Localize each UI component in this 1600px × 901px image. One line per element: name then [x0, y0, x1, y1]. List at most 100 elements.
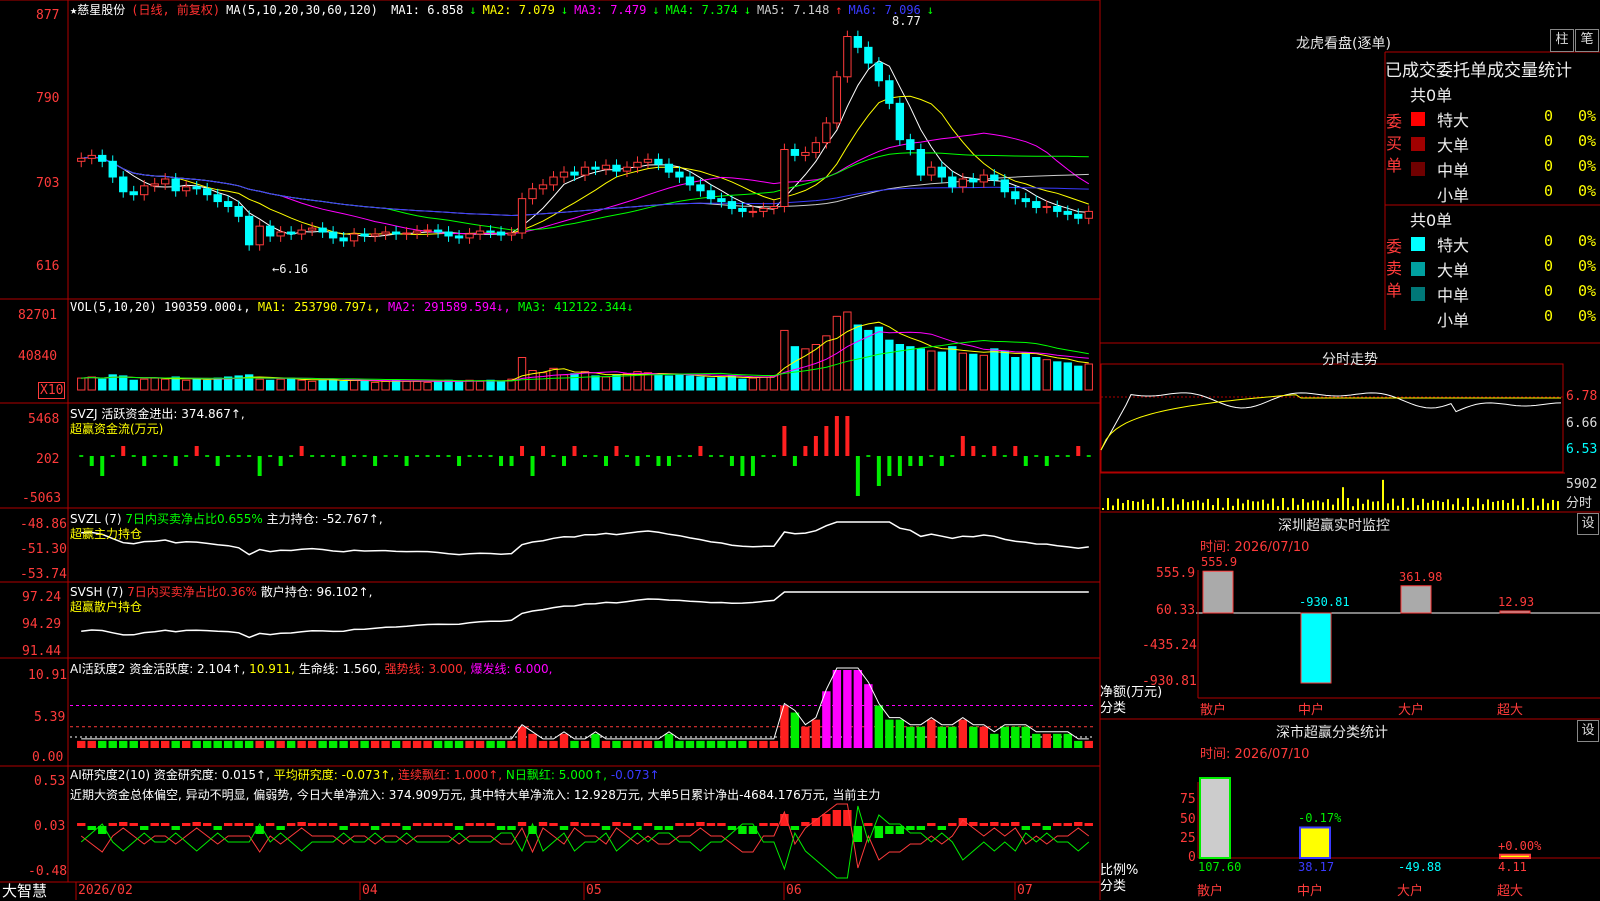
activity-bar [255, 740, 264, 748]
fenshi-vol-bar [1142, 499, 1144, 510]
tick-mode-button[interactable]: 笔 [1575, 29, 1599, 52]
sz-stat-settings-button[interactable]: 设 [1577, 720, 1599, 742]
candle [1021, 192, 1030, 208]
candle-body [759, 207, 768, 212]
monitor-category: 散户 [1200, 703, 1227, 718]
activity-bar [528, 733, 537, 748]
fenshi-vol-bar [1102, 508, 1104, 510]
monitor-category: 大户 [1398, 703, 1425, 718]
svsh-title-c: 散户持仓: 96.102↑, [260, 585, 373, 599]
volume-bar [549, 367, 558, 391]
svzj-bar [142, 456, 147, 466]
ai-act-header: AI活跃度2 资金活跃度: 2.104↑, 10.911, 生命线: 1.560… [70, 660, 553, 677]
candle [98, 149, 107, 168]
volume-bar [654, 374, 663, 391]
fenshi-vol-bar [1392, 498, 1394, 510]
activity-bar [161, 740, 170, 748]
row-color-swatch [1411, 262, 1425, 276]
activity-bar [885, 719, 894, 748]
research-bar [465, 823, 474, 826]
activity-bar [129, 740, 138, 748]
ma-arrow-6: ↓ [926, 3, 935, 17]
research-bar [297, 822, 306, 826]
activity-bar [1000, 726, 1009, 748]
svzl-sub: 超赢主力持仓 [70, 527, 143, 541]
research-bar [927, 823, 936, 826]
svzj-bar [813, 436, 818, 456]
svzj-bar [184, 455, 189, 457]
activity-bar [706, 740, 716, 748]
svzj-bar [929, 455, 934, 457]
volume-bar [1063, 362, 1072, 391]
candle [224, 195, 233, 213]
research-bar [433, 823, 443, 826]
candle [244, 210, 254, 251]
row-name: 中单 [1437, 161, 1470, 180]
candle [360, 228, 369, 242]
kline-terminal: ★慈星股份 (日线, 前复权) MA(5,10,20,30,60,120) MA1:… [0, 0, 1600, 900]
ma-values: MA1: 6.858 ↓ MA2: 7.079 ↓ MA3: 7.479 ↓ MA4: 7.… [391, 3, 940, 17]
ai-act-t2: 10.911, [249, 662, 295, 676]
period-label[interactable]: (日线, 前复权) [131, 3, 220, 17]
svsh-axis-mid: 94.29 [22, 617, 62, 632]
ai-act-axis-top: 10.91 [28, 668, 68, 683]
row-color-swatch [1411, 112, 1425, 126]
vol-unit[interactable]: X10 [38, 382, 66, 399]
stat-value: 107.60 [1198, 860, 1242, 874]
volume-bar [759, 376, 768, 391]
research-bar [759, 823, 768, 826]
volume-bar [161, 378, 170, 391]
activity-bar [916, 726, 926, 748]
activity-bar [276, 740, 285, 748]
activity-bar [685, 740, 695, 748]
fenshi-vol-bar [1412, 498, 1414, 510]
sz-monitor-settings-button[interactable]: 设 [1577, 513, 1599, 535]
svzj-bar [257, 456, 262, 476]
fenshi-vol-bar [1162, 498, 1164, 510]
stock-name[interactable]: 慈星股份 [77, 3, 125, 17]
activity-bar [507, 740, 516, 748]
research-bar [171, 826, 180, 830]
activity-bar [192, 740, 201, 748]
svzj-axis-top: 5468 [28, 412, 60, 427]
fenshi-vol-bar [1282, 498, 1284, 510]
research-bar [286, 823, 296, 826]
sz-stat-title: 深市超赢分类统计 [1276, 725, 1388, 741]
svzl-title-c: 主力持仓: -52.767↑, [266, 512, 383, 526]
activity-bar [318, 740, 327, 748]
candle-body [213, 194, 222, 203]
fenshi-vol-bar [1432, 500, 1434, 510]
ma-arrow-4: ↓ [743, 3, 752, 17]
volume-bar [559, 374, 569, 391]
volume-bar [696, 376, 705, 391]
fenshi-vol-bar [1222, 507, 1224, 510]
research-bar [423, 823, 432, 826]
candle-body [108, 160, 117, 178]
sz-stat-x-title: 分类 [1100, 879, 1127, 894]
svzj-bar [939, 456, 944, 466]
row-count: 0 [1544, 307, 1554, 325]
candle-body [685, 176, 695, 186]
candle [328, 226, 338, 244]
volume-bar [570, 373, 579, 391]
candle-body [255, 225, 264, 246]
svzj-bar [79, 455, 84, 457]
candle [664, 158, 674, 178]
svsh-axis-bot: 91.44 [22, 644, 62, 659]
fenshi-vol-bar [1307, 502, 1309, 510]
activity-bar [402, 740, 411, 748]
research-bar [559, 826, 569, 830]
fenshi-vol-bar [1127, 500, 1129, 510]
row-count: 0 [1544, 257, 1554, 275]
svzj-bar [971, 446, 976, 456]
bar-mode-button[interactable]: 柱 [1550, 29, 1574, 52]
svzj-bar [583, 455, 587, 457]
candle-body [402, 232, 411, 235]
research-bar [549, 823, 558, 826]
candle-body [297, 229, 306, 235]
research-bar [769, 823, 779, 826]
activity-bar [895, 719, 905, 748]
research-bar [391, 823, 401, 826]
brand-label[interactable]: 大智慧 [2, 880, 47, 901]
svzj-bar [457, 456, 462, 466]
